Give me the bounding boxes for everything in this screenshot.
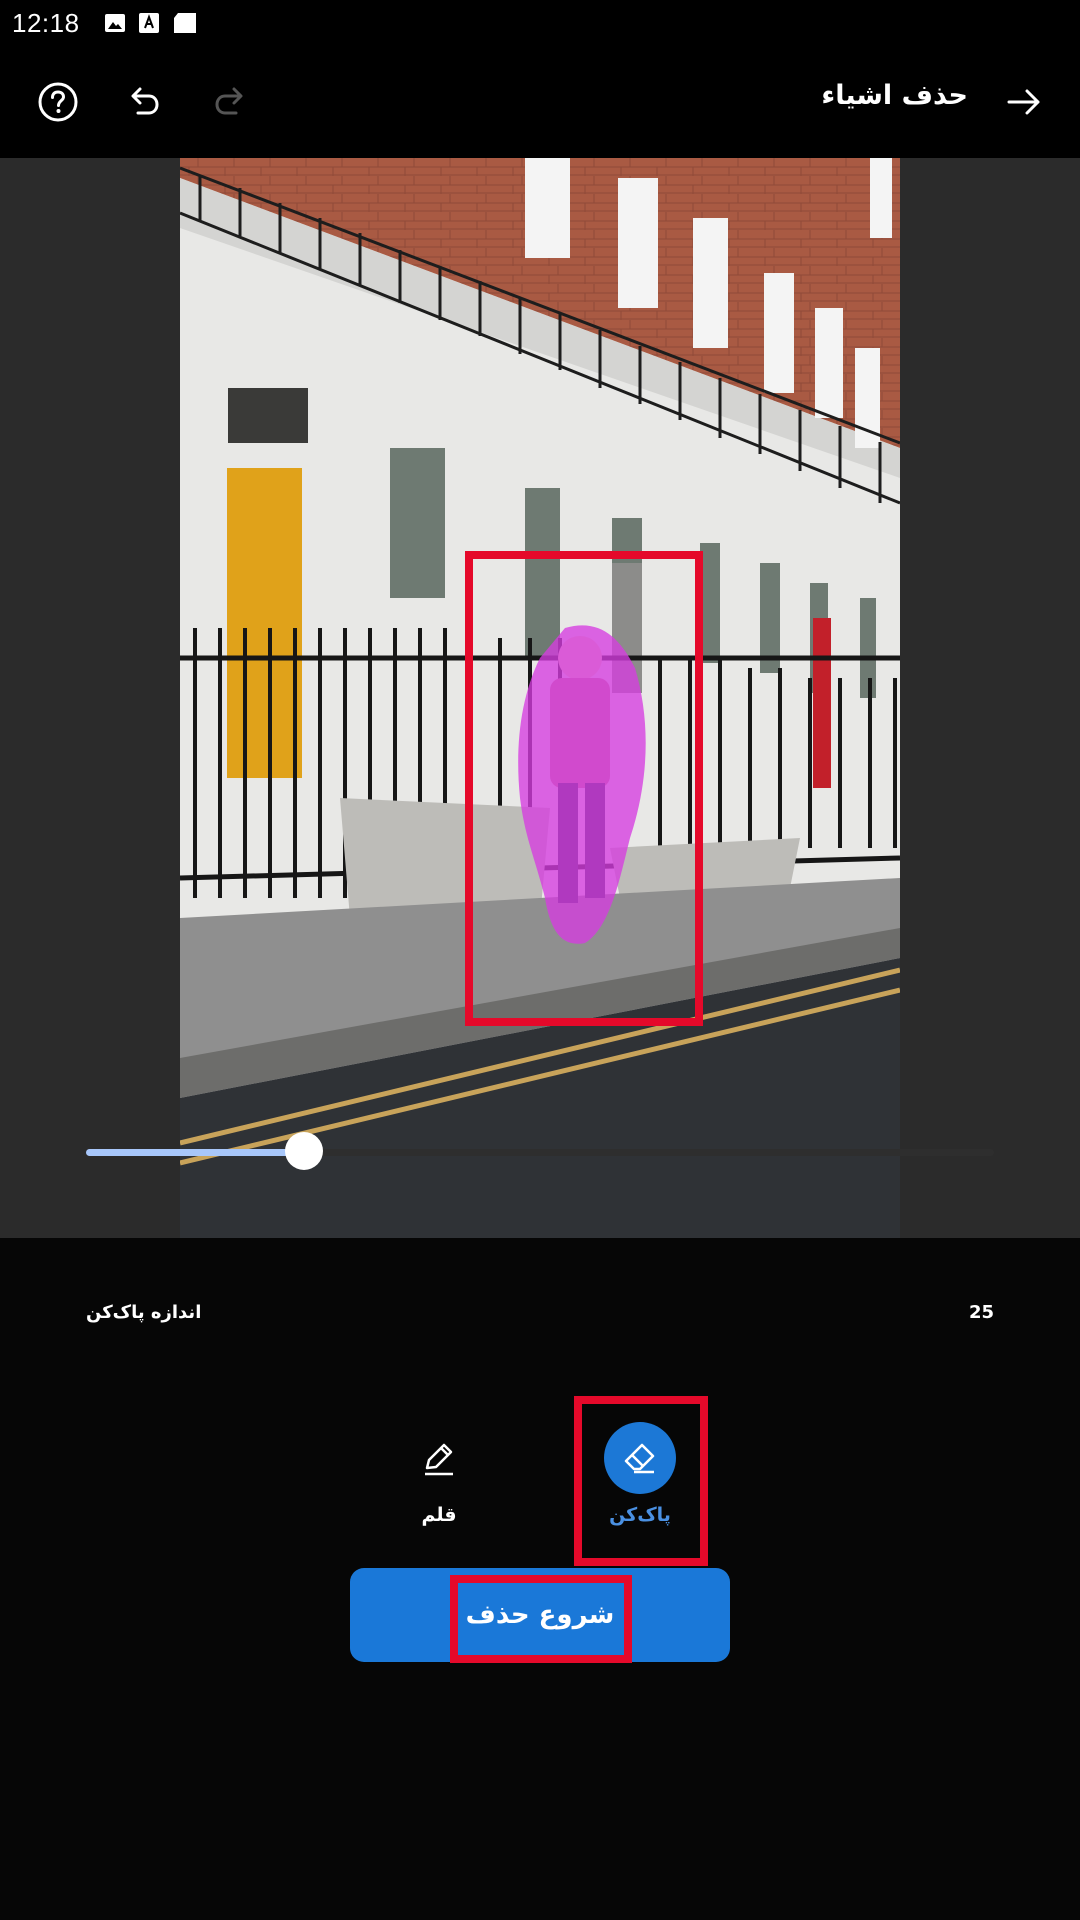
editor-canvas[interactable] — [0, 158, 1080, 1238]
help-circle-icon — [38, 82, 78, 122]
status-icons — [104, 12, 198, 34]
arrow-right-icon — [1007, 89, 1040, 115]
top-app-bar: حذف اشیاء — [0, 46, 1080, 158]
brush-size-value: 25 — [968, 1302, 994, 1323]
highlight-box-person — [465, 551, 703, 1026]
slider-thumb[interactable] — [284, 1132, 323, 1170]
undo-icon — [131, 87, 159, 115]
help-button[interactable] — [28, 72, 88, 132]
redo-icon — [215, 87, 243, 115]
pencil-icon — [425, 1443, 453, 1476]
brush-size-label: اندازه پاک‌کن — [86, 1302, 202, 1323]
pen-icon-wrap — [403, 1422, 475, 1494]
status-bar: 12:18 — [0, 0, 1080, 46]
sd-card-icon — [173, 13, 196, 33]
pen-tool-button[interactable]: قلم — [384, 1422, 494, 1552]
pen-tool-label: قلم — [421, 1504, 457, 1526]
brush-size-slider[interactable] — [86, 1132, 994, 1172]
status-time: 12:18 — [12, 7, 80, 38]
highlight-box-eraser — [574, 1396, 708, 1566]
font-download-icon — [138, 13, 159, 33]
slider-fill — [86, 1149, 304, 1156]
page-title: حذف اشیاء — [821, 80, 968, 111]
next-button[interactable] — [994, 72, 1054, 132]
undo-button[interactable] — [114, 72, 174, 132]
image-icon — [104, 14, 125, 32]
redo-button[interactable] — [200, 72, 260, 132]
highlight-box-start-button — [450, 1575, 632, 1663]
